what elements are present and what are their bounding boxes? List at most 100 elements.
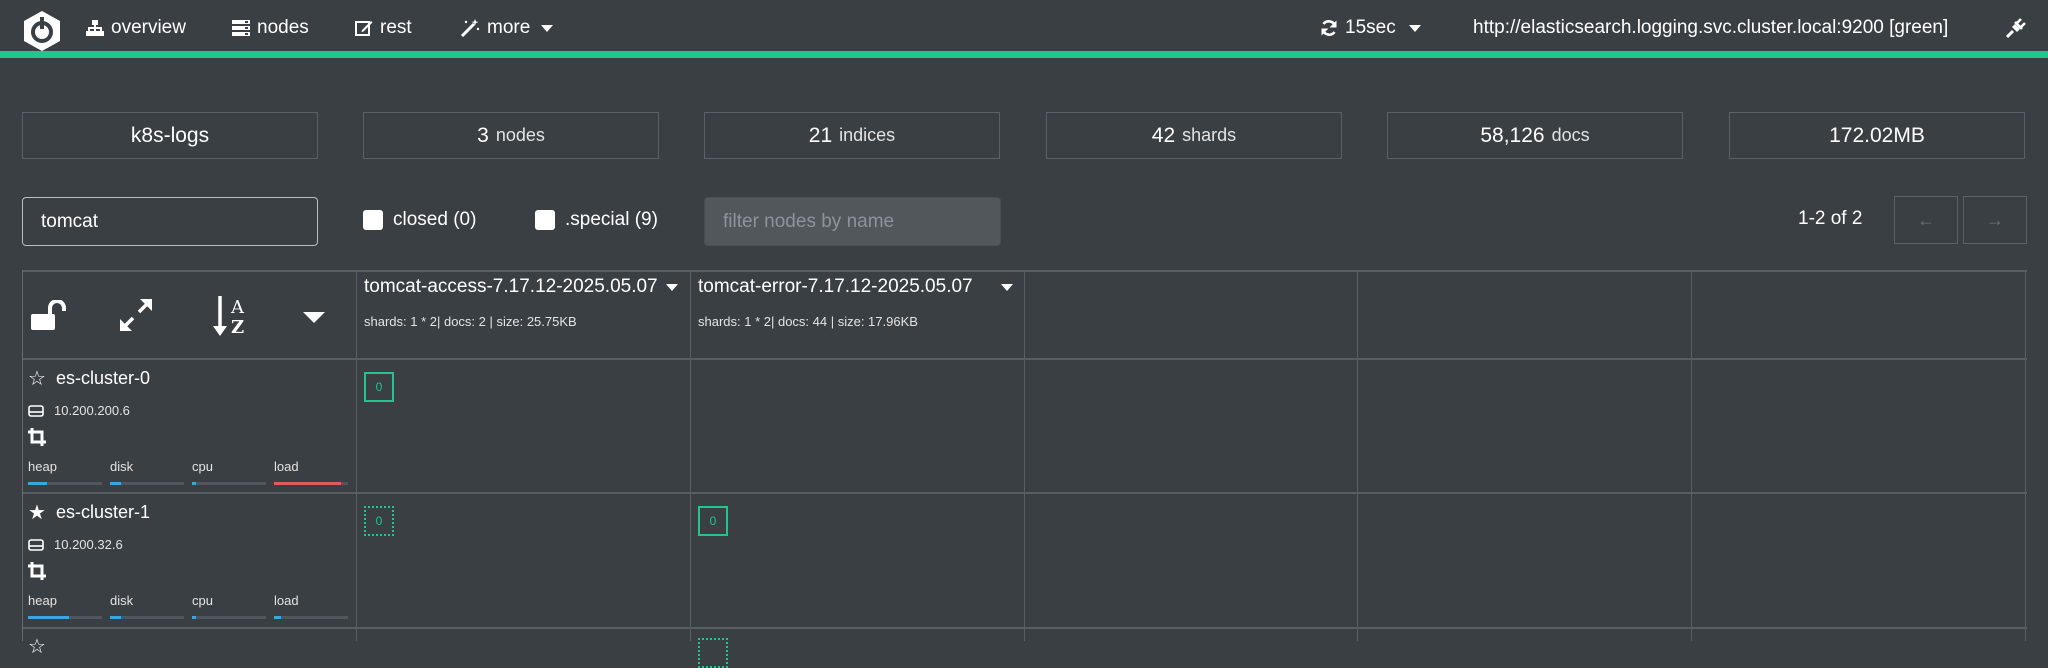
grid-line xyxy=(1691,270,1692,641)
metric-label: disk xyxy=(110,459,134,474)
special-checkbox[interactable] xyxy=(535,210,555,230)
shard-number: 0 xyxy=(375,380,383,394)
node-ip-label: 10.200.32.6 xyxy=(54,537,123,552)
stat-value: 42 xyxy=(1151,123,1176,147)
metric-bar xyxy=(28,482,102,485)
stat-value: k8s-logs xyxy=(130,123,210,147)
refresh-interval-label: 15sec xyxy=(1345,17,1396,38)
unlock-icon[interactable] xyxy=(30,300,66,330)
metric-bar xyxy=(274,482,348,485)
grid-line xyxy=(22,270,23,641)
hdd-icon xyxy=(28,538,44,551)
magic-wand-icon xyxy=(460,19,480,37)
nav-rest-label: rest xyxy=(380,17,412,38)
stat-size: 172.02MB xyxy=(1729,112,2025,159)
nav-more[interactable]: more xyxy=(460,17,554,39)
metric-disk: disk xyxy=(110,459,184,485)
shard-replica[interactable]: 0 xyxy=(364,506,394,536)
cerebro-logo-icon[interactable] xyxy=(20,9,64,53)
stat-value: 58,126 xyxy=(1480,123,1545,147)
stat-unit: docs xyxy=(1551,125,1590,145)
refresh-interval-dropdown[interactable]: 15sec xyxy=(1320,17,1421,39)
index-name[interactable]: tomcat-error-7.17.12-2025.05.07 xyxy=(698,276,1028,298)
node-row-es-cluster-1: ★ es-cluster-1 10.200.32.6 heap disk cpu… xyxy=(28,500,348,619)
metric-label: heap xyxy=(28,459,57,474)
shard-number: 0 xyxy=(375,514,383,528)
caret-down-icon[interactable] xyxy=(1000,283,1013,291)
metric-bar xyxy=(192,616,266,619)
index-header[interactable]: tomcat-error-7.17.12-2025.05.07 shards: … xyxy=(698,276,1028,329)
node-filter-input[interactable] xyxy=(704,197,1001,246)
expand-icon[interactable] xyxy=(118,297,154,333)
stat-unit: shards xyxy=(1182,125,1237,145)
node-name[interactable]: ☆ xyxy=(28,634,348,659)
node-name[interactable]: ☆ es-cluster-0 xyxy=(28,366,348,391)
shard-primary[interactable]: 0 xyxy=(364,372,394,402)
node-metrics: heap disk cpu load xyxy=(28,459,348,485)
special-indices-toggle[interactable]: .special (9) xyxy=(535,209,658,231)
stat-nodes: 3 nodes xyxy=(363,112,659,159)
nav-overview[interactable]: overview xyxy=(86,17,186,39)
next-page-button[interactable]: → xyxy=(1963,196,2027,244)
metric-heap: heap xyxy=(28,593,102,619)
closed-indices-toggle[interactable]: closed (0) xyxy=(363,209,476,231)
metric-fill xyxy=(28,482,47,485)
grid-line xyxy=(356,270,357,641)
shard-replica-partial[interactable] xyxy=(698,638,728,668)
caret-down-icon[interactable] xyxy=(303,312,325,323)
shard-number: 0 xyxy=(709,514,717,528)
svg-text:Z: Z xyxy=(231,317,244,338)
index-header[interactable]: tomcat-access-7.17.12-2025.05.07 shards:… xyxy=(364,276,694,329)
metric-label: load xyxy=(274,459,299,474)
index-meta: shards: 1 * 2| docs: 44 | size: 17.96KB xyxy=(698,314,918,329)
svg-text:A: A xyxy=(230,297,245,318)
metric-label: disk xyxy=(110,593,134,608)
node-roles xyxy=(28,562,348,585)
sort-alpha-icon[interactable]: A Z xyxy=(212,294,252,338)
stat-unit: indices xyxy=(839,125,896,145)
nav-overview-label: overview xyxy=(111,17,186,38)
index-meta: shards: 1 * 2| docs: 2 | size: 25.75KB xyxy=(364,314,577,329)
index-name-label: tomcat-access-7.17.12-2025.05.07 xyxy=(364,276,658,297)
crop-icon xyxy=(28,562,46,580)
index-name[interactable]: tomcat-access-7.17.12-2025.05.07 xyxy=(364,276,694,298)
stat-indices: 21 indices xyxy=(704,112,1000,159)
nav-rest[interactable]: rest xyxy=(355,17,412,39)
stat-unit: nodes xyxy=(495,125,545,145)
caret-down-icon[interactable] xyxy=(665,283,678,291)
refresh-icon xyxy=(1321,20,1337,36)
metric-load: load xyxy=(274,459,348,485)
node-row-es-cluster-0: ☆ es-cluster-0 10.200.200.6 heap disk cp… xyxy=(28,366,348,485)
node-name-label: es-cluster-0 xyxy=(55,368,150,388)
index-name-label: tomcat-error-7.17.12-2025.05.07 xyxy=(698,276,973,297)
stat-value: 21 xyxy=(808,123,833,147)
index-filter-input[interactable] xyxy=(22,197,318,246)
disconnect-plug-icon[interactable] xyxy=(2005,17,2027,39)
prev-page-button[interactable]: ← xyxy=(1894,196,1958,244)
nav-nodes[interactable]: nodes xyxy=(232,17,309,39)
stat-shards: 42 shards xyxy=(1046,112,1342,159)
cluster-overview-grid: A Z tomcat-access-7.17.12-2025.05.07 sha… xyxy=(22,270,2027,668)
top-navbar: overview nodes rest more 15sec http://el… xyxy=(0,0,2048,58)
server-icon xyxy=(232,20,250,36)
metric-bar xyxy=(28,616,102,619)
stat-docs: 58,126 docs xyxy=(1387,112,1683,159)
pagination-label: 1-2 of 2 xyxy=(1798,208,1863,229)
metric-fill xyxy=(192,616,196,619)
shard-primary[interactable]: 0 xyxy=(698,506,728,536)
metric-cpu: cpu xyxy=(192,459,266,485)
crop-icon xyxy=(28,428,46,446)
closed-label: closed (0) xyxy=(393,209,477,230)
node-ip: 10.200.32.6 xyxy=(28,537,348,552)
arrow-right-icon: → xyxy=(1986,209,2004,230)
metric-fill xyxy=(110,616,122,619)
node-name[interactable]: ★ es-cluster-1 xyxy=(28,500,348,525)
chevron-down-icon xyxy=(541,24,554,32)
metric-fill xyxy=(110,482,122,485)
metric-heap: heap xyxy=(28,459,102,485)
grid-line xyxy=(2025,270,2026,641)
metric-label: heap xyxy=(28,593,57,608)
stat-cluster-name: k8s-logs xyxy=(22,112,318,159)
metric-cpu: cpu xyxy=(192,593,266,619)
closed-checkbox[interactable] xyxy=(363,210,383,230)
